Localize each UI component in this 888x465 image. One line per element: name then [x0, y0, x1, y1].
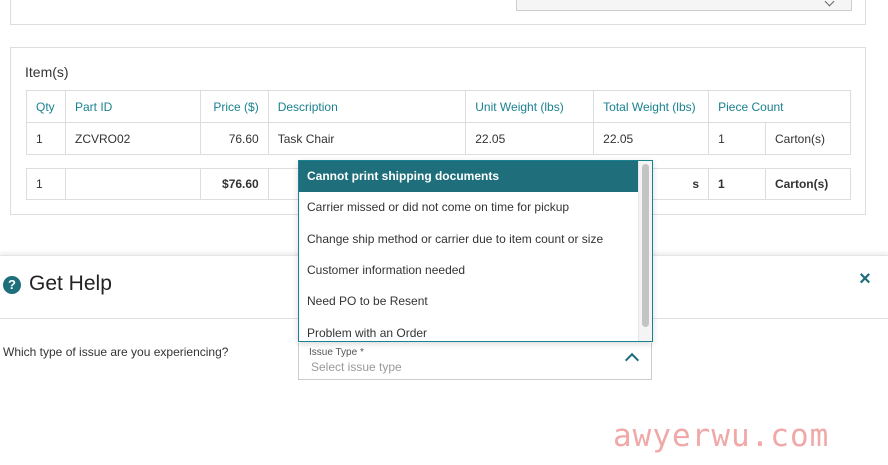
totals-part-empty: [64, 168, 201, 200]
issue-type-placeholder: Select issue type: [311, 360, 402, 374]
previous-section: [10, 0, 866, 25]
issue-type-select[interactable]: Issue Type * Select issue type: [298, 343, 652, 380]
column-description: Description: [267, 90, 467, 123]
question-circle-icon: ?: [3, 276, 21, 294]
issue-type-label: Issue Type *: [309, 347, 364, 358]
row-part-id: ZCVRO02: [64, 122, 201, 155]
dropdown-option-cannot-print[interactable]: Cannot print shipping documents: [299, 161, 639, 192]
row-qty: 1: [26, 122, 66, 155]
dropdown-option-problem-order[interactable]: Problem with an Order: [299, 318, 639, 341]
totals-qty: 1: [26, 168, 66, 200]
column-part-id: Part ID: [64, 90, 201, 123]
row-description: Task Chair: [267, 122, 467, 155]
column-piece-count: Piece Count: [708, 90, 851, 123]
dropdown-option-change-ship-method[interactable]: Change ship method or carrier due to ite…: [299, 224, 639, 255]
column-total-weight: Total Weight (lbs): [593, 90, 710, 123]
column-unit-weight: Unit Weight (lbs): [465, 90, 595, 123]
row-price: 76.60: [199, 122, 269, 155]
row-piece-count: 1: [708, 122, 767, 155]
items-heading: Item(s): [25, 64, 69, 80]
dropdown-scrollbar[interactable]: [638, 161, 652, 341]
row-unit-weight: 22.05: [465, 122, 595, 155]
close-icon[interactable]: ×: [855, 269, 875, 289]
dropdown-scroll-thumb[interactable]: [642, 164, 649, 327]
issue-question-label: Which type of issue are you experiencing…: [3, 345, 229, 359]
get-help-title: Get Help: [29, 272, 112, 295]
totals-price: $76.60: [199, 168, 269, 200]
dropdown-option-carrier-missed[interactable]: Carrier missed or did not come on time f…: [299, 192, 639, 223]
top-dropdown-box[interactable]: [516, 0, 852, 11]
totals-piece-count: 1: [708, 168, 766, 200]
table-row: 1 ZCVRO02 76.60 Task Chair 22.05 22.05 1…: [26, 122, 851, 155]
row-total-weight: 22.05: [593, 122, 710, 155]
items-table: Qty Part ID Price ($) Description Unit W…: [26, 90, 851, 155]
dropdown-option-customer-info[interactable]: Customer information needed: [299, 255, 639, 286]
row-unit-name: Carton(s): [765, 122, 851, 155]
column-qty: Qty: [26, 90, 66, 123]
issue-type-dropdown: Cannot print shipping documents Carrier …: [298, 160, 653, 342]
dropdown-option-need-po[interactable]: Need PO to be Resent: [299, 286, 639, 317]
items-table-header: Qty Part ID Price ($) Description Unit W…: [26, 90, 851, 123]
watermark: awyerwu.com: [613, 418, 830, 454]
totals-unit-name: Carton(s): [764, 168, 852, 200]
column-price: Price ($): [199, 90, 269, 123]
chevron-up-icon[interactable]: [624, 352, 640, 368]
